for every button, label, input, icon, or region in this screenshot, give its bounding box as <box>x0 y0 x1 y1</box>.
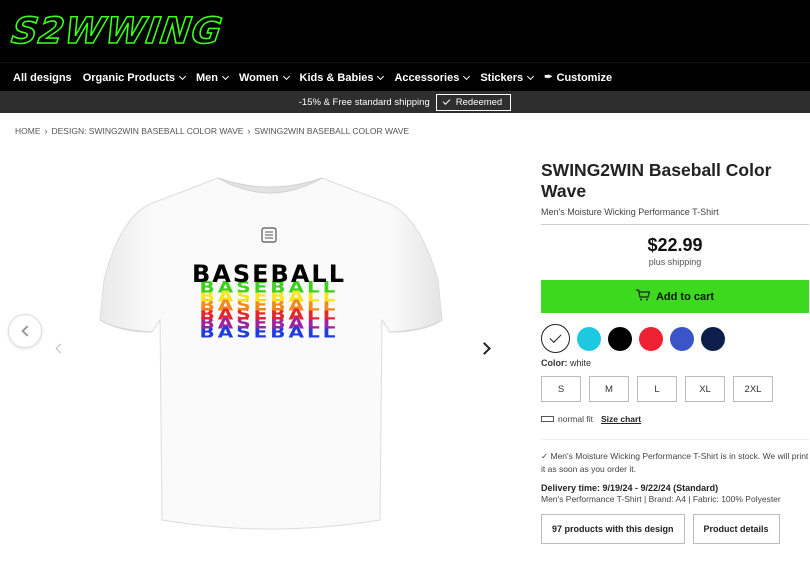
nav-organic-products[interactable]: Organic Products <box>82 71 187 84</box>
site-logo[interactable]: S2WWING <box>8 6 226 56</box>
breadcrumb-current: SWING2WIN BASEBALL COLOR WAVE <box>254 126 410 136</box>
color-value: white <box>570 358 592 368</box>
nav-label: Organic Products <box>82 71 175 84</box>
color-swatch-navy[interactable] <box>701 326 725 351</box>
shirt-shape <box>99 177 443 530</box>
size-option-l[interactable]: L <box>637 376 677 402</box>
gallery-prev-button[interactable] <box>8 314 42 348</box>
chevron-down-icon <box>282 72 290 80</box>
breadcrumb-design[interactable]: DESIGN: SWING2WIN BASEBALL COLOR WAVE <box>52 126 244 136</box>
nav-men[interactable]: Men <box>195 71 230 84</box>
chevron-down-icon <box>463 72 471 80</box>
product-image: BASEBALLBASEBALLBASEBALLBASEBALLBASEBALL… <box>99 177 443 530</box>
cart-icon <box>635 289 651 304</box>
main-nav: All designs Organic Products Men Women K… <box>0 63 810 92</box>
color-swatch-royal-blue[interactable] <box>670 326 694 351</box>
logo-text: S2WWING <box>8 10 226 53</box>
baseball-wave-graphic: BASEBALLBASEBALLBASEBALLBASEBALLBASEBALL… <box>192 260 346 342</box>
product-subtitle[interactable]: Men's Moisture Wicking Performance T-Shi… <box>541 207 809 225</box>
main-nav-bar: All designs Organic Products Men Women K… <box>0 62 810 91</box>
product-gallery: BASEBALL BASEBALL BASEBALL BASEBALL BASEBALL… <box>0 150 520 570</box>
color-line: Color: white <box>541 358 809 368</box>
fit-line: normal fit Size chart <box>541 414 809 424</box>
color-swatch-white[interactable] <box>541 324 570 353</box>
add-to-cart-label: Add to cart <box>655 290 715 303</box>
nav-label: Stickers <box>480 71 524 84</box>
gallery-next-button[interactable] <box>478 342 491 355</box>
product-price: $22.99 <box>647 235 703 255</box>
nav-label: Men <box>195 71 218 84</box>
nav-label: Customize <box>556 71 613 84</box>
check-icon <box>549 330 562 344</box>
color-label: Color: <box>541 358 568 368</box>
color-swatch-black[interactable] <box>608 326 632 351</box>
nav-label: Accessories <box>394 71 460 84</box>
stock-check-icon: ✓ <box>541 451 549 461</box>
color-swatch-turquoise[interactable] <box>577 326 601 351</box>
product-info: SWING2WIN Baseball Color Wave Men's Mois… <box>541 160 809 544</box>
baseball-text-row: BASEBALL <box>192 260 346 288</box>
chevron-down-icon <box>221 72 230 80</box>
nav-customize[interactable]: ✒ Customize <box>544 72 612 84</box>
wand-icon: ✒ <box>544 72 553 83</box>
size-selector: S M L XL 2XL <box>541 376 809 402</box>
promo-bar: -15% & Free standard shipping Redeemed <box>0 91 810 113</box>
fit-label: normal fit <box>558 414 593 424</box>
breadcrumb-home[interactable]: HOME <box>15 126 41 136</box>
chevron-left-icon <box>20 325 33 337</box>
nav-all-designs[interactable]: All designs <box>13 72 72 84</box>
promo-text: -15% & Free standard shipping <box>298 96 430 108</box>
nav-women[interactable]: Women <box>238 71 290 84</box>
product-title: SWING2WIN Baseball Color Wave <box>541 160 772 201</box>
color-swatch-red[interactable] <box>639 326 663 351</box>
redeemed-badge: Redeemed <box>435 93 512 111</box>
chevron-left-icon <box>55 343 66 354</box>
chevron-down-icon <box>527 72 535 80</box>
nav-label: Women <box>238 71 279 84</box>
size-chart-link[interactable]: Size chart <box>601 414 641 424</box>
nav-accessories[interactable]: Accessories <box>394 71 471 84</box>
nav-label: Kids & Babies <box>299 71 374 84</box>
delivery-time: Delivery time: 9/19/24 - 9/22/24 (Standa… <box>541 483 719 493</box>
nav-label: All designs <box>13 71 72 84</box>
stock-info: ✓ Men's Moisture Wicking Performance T-S… <box>541 439 809 475</box>
product-specs: Men's Performance T-Shirt | Brand: A4 | … <box>541 494 781 504</box>
chevron-down-icon <box>377 72 385 80</box>
header-logo-bar: S2WWING <box>0 0 810 62</box>
add-to-cart-button[interactable]: Add to cart <box>541 280 809 313</box>
redeemed-label: Redeemed <box>455 96 503 108</box>
size-option-2xl[interactable]: 2XL <box>733 376 773 402</box>
breadcrumb-separator-icon: › <box>44 126 48 136</box>
chevron-down-icon <box>178 72 187 80</box>
color-swatches <box>541 324 809 353</box>
product-actions: 97 products with this design Product det… <box>541 514 809 544</box>
nav-stickers[interactable]: Stickers <box>480 71 535 84</box>
breadcrumb: HOME › DESIGN: SWING2WIN BASEBALL COLOR … <box>15 126 409 136</box>
nav-kids-babies[interactable]: Kids & Babies <box>299 71 385 84</box>
size-option-m[interactable]: M <box>589 376 629 402</box>
products-with-design-button[interactable]: 97 products with this design <box>541 514 685 544</box>
ruler-icon <box>541 416 554 422</box>
size-option-s[interactable]: S <box>541 376 581 402</box>
shipping-note: plus shipping <box>648 257 702 267</box>
product-details-button[interactable]: Product details <box>692 514 780 544</box>
check-icon <box>442 97 451 105</box>
size-option-xl[interactable]: XL <box>685 376 725 402</box>
stock-text: Men's Moisture Wicking Performance T-Shi… <box>541 451 809 474</box>
breadcrumb-separator-icon: › <box>247 126 251 136</box>
